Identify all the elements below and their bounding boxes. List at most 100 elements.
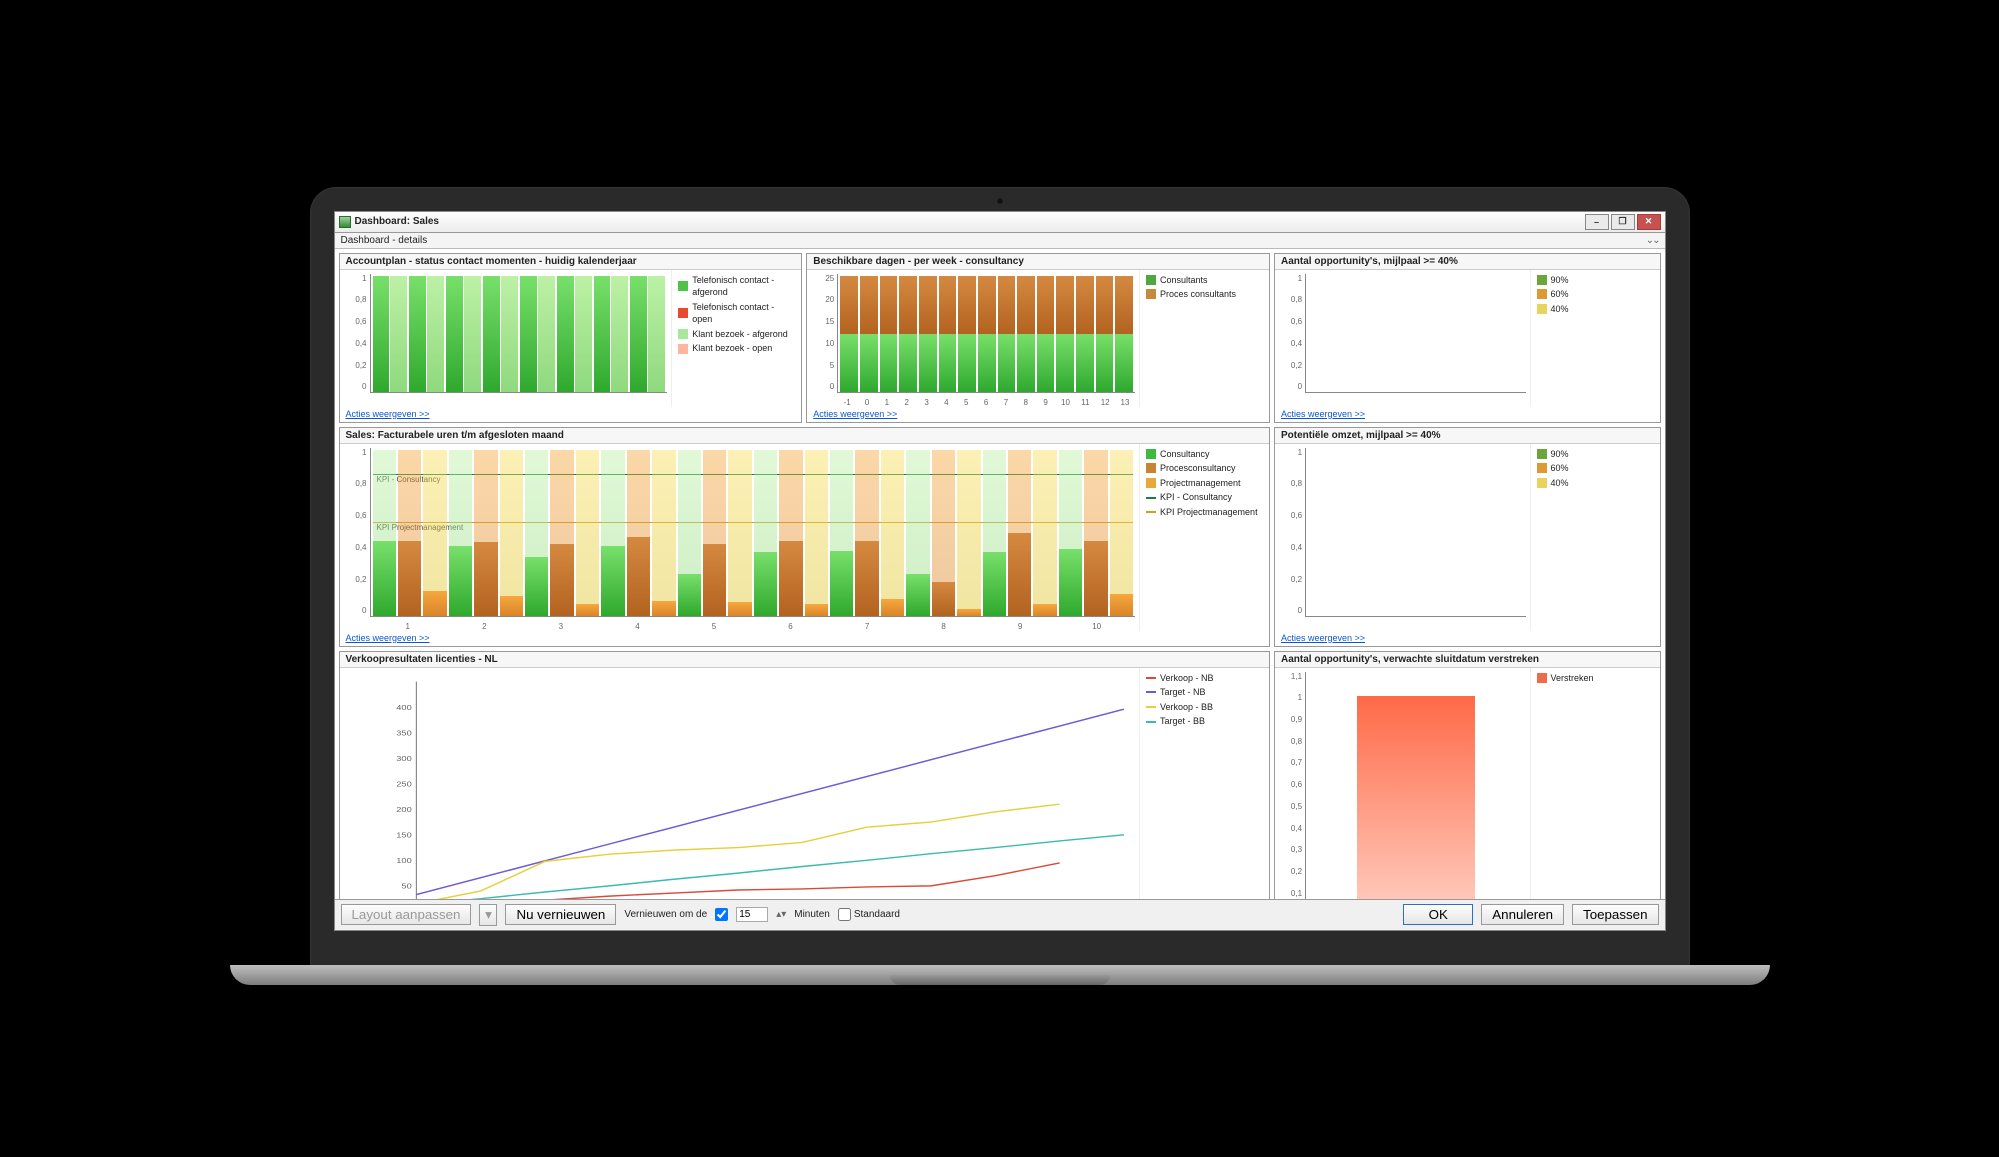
panel-title: Aantal opportunity's, mijlpaal >= 40% bbox=[1275, 254, 1659, 270]
chart-potentiele: 10,80,60,40,20 bbox=[1275, 444, 1529, 631]
panel-licenties: Verkoopresultaten licenties - NL 0501001… bbox=[339, 651, 1271, 899]
legend-label: 40% bbox=[1551, 477, 1569, 490]
legend-label: Procesconsultancy bbox=[1160, 462, 1236, 475]
actions-link[interactable]: Acties weergeven >> bbox=[1281, 409, 1365, 419]
legend-label: Verkoop - NB bbox=[1160, 672, 1214, 685]
legend-swatch bbox=[1146, 275, 1156, 285]
legend-item: Klant bezoek - open bbox=[678, 342, 795, 355]
legend: 90%60%40% bbox=[1530, 444, 1660, 631]
refresh-at-label: Vernieuwen om de bbox=[624, 909, 707, 920]
maximize-button[interactable]: ❐ bbox=[1611, 214, 1635, 230]
interval-input[interactable] bbox=[736, 907, 768, 922]
panel-title: Beschikbare dagen - per week - consultan… bbox=[807, 254, 1269, 270]
window-title: Dashboard: Sales bbox=[355, 216, 439, 227]
standard-check[interactable]: Standaard bbox=[838, 908, 900, 921]
x-axis: -1012345678910111213 bbox=[837, 398, 1135, 407]
laptop-mockup: Dashboard: Sales – ❐ ✕ Dashboard - detai… bbox=[310, 187, 1690, 971]
legend-swatch bbox=[1146, 721, 1156, 723]
legend-item: KPI - Consultancy bbox=[1146, 491, 1263, 504]
chart-licenties: 050100150200250300350400 123456789101112 bbox=[340, 668, 1140, 899]
app-window: Dashboard: Sales – ❐ ✕ Dashboard - detai… bbox=[334, 211, 1666, 931]
close-button[interactable]: ✕ bbox=[1637, 214, 1661, 230]
svg-text:200: 200 bbox=[396, 804, 412, 813]
spinner-icon[interactable]: ▴▾ bbox=[776, 909, 786, 920]
legend-swatch bbox=[1146, 497, 1156, 499]
legend-label: Consultants bbox=[1160, 274, 1208, 287]
legend-item: Verkoop - BB bbox=[1146, 701, 1263, 714]
svg-text:300: 300 bbox=[396, 753, 412, 762]
touchpad-notch bbox=[890, 975, 1110, 985]
legend-item: Klant bezoek - afgerond bbox=[678, 328, 795, 341]
interval-checkbox[interactable] bbox=[715, 908, 728, 921]
minutes-label: Minuten bbox=[794, 909, 830, 920]
actions-link[interactable]: Acties weergeven >> bbox=[1281, 633, 1365, 643]
minimize-button[interactable]: – bbox=[1585, 214, 1609, 230]
legend-item: 40% bbox=[1537, 477, 1654, 490]
dashboard-grid: Accountplan - status contact momenten - … bbox=[335, 249, 1665, 899]
cancel-button[interactable]: Annuleren bbox=[1481, 904, 1564, 925]
chart-aantal-opp: 10,80,60,40,20 bbox=[1275, 270, 1529, 407]
legend-item: KPI Projectmanagement bbox=[1146, 506, 1263, 519]
layout-dropdown[interactable]: ▾ bbox=[479, 904, 497, 926]
panel-title: Accountplan - status contact momenten - … bbox=[340, 254, 802, 270]
layout-button[interactable]: Layout aanpassen bbox=[341, 904, 472, 925]
legend-item: Target - BB bbox=[1146, 715, 1263, 728]
svg-text:400: 400 bbox=[396, 702, 412, 711]
legend-swatch bbox=[1537, 304, 1547, 314]
legend-swatch bbox=[678, 329, 688, 339]
legend-label: 60% bbox=[1551, 462, 1569, 475]
svg-text:150: 150 bbox=[396, 830, 412, 839]
legend-swatch bbox=[1537, 463, 1547, 473]
legend-item: Procesconsultancy bbox=[1146, 462, 1263, 475]
apply-button[interactable]: Toepassen bbox=[1572, 904, 1658, 925]
legend-swatch bbox=[1146, 706, 1156, 708]
svg-text:100: 100 bbox=[396, 856, 412, 865]
legend-swatch bbox=[1537, 289, 1547, 299]
legend-label: Target - BB bbox=[1160, 715, 1205, 728]
legend-item: Verstreken bbox=[1537, 672, 1654, 685]
panel-verstreken: Aantal opportunity's, verwachte sluitdat… bbox=[1274, 651, 1660, 899]
interval-check[interactable] bbox=[715, 908, 728, 921]
panel-beschikbare: Beschikbare dagen - per week - consultan… bbox=[806, 253, 1270, 423]
legend-label: KPI - Consultancy bbox=[1160, 491, 1232, 504]
legend-item: Verkoop - NB bbox=[1146, 672, 1263, 685]
legend-item: Target - NB bbox=[1146, 686, 1263, 699]
legend-swatch bbox=[1146, 691, 1156, 693]
actions-link[interactable]: Acties weergeven >> bbox=[346, 633, 430, 643]
ok-button[interactable]: OK bbox=[1403, 904, 1473, 925]
expand-icon[interactable]: ⌄⌄ bbox=[1646, 235, 1659, 246]
footer-toolbar: Layout aanpassen ▾ Nu vernieuwen Vernieu… bbox=[335, 899, 1665, 930]
legend-item: 60% bbox=[1537, 462, 1654, 475]
panel-title: Verkoopresultaten licenties - NL bbox=[340, 652, 1270, 668]
app-icon bbox=[339, 216, 351, 228]
legend: 90%60%40% bbox=[1530, 270, 1660, 407]
legend-label: Klant bezoek - open bbox=[692, 342, 772, 355]
chart-verstreken: 1,110,90,80,70,60,50,40,30,20,10 Emile H… bbox=[1275, 668, 1529, 899]
standard-checkbox[interactable] bbox=[838, 908, 851, 921]
titlebar: Dashboard: Sales – ❐ ✕ bbox=[335, 212, 1665, 233]
legend-item: 60% bbox=[1537, 288, 1654, 301]
legend-item: 90% bbox=[1537, 274, 1654, 287]
chart-beschikbare: 2520151050 -1012345678910111213 bbox=[807, 270, 1139, 407]
legend-swatch bbox=[1146, 289, 1156, 299]
line-chart-svg: 050100150200250300350400 bbox=[370, 672, 1136, 899]
legend-swatch bbox=[678, 281, 688, 291]
legend-item: Consultancy bbox=[1146, 448, 1263, 461]
panel-aantal-opp: Aantal opportunity's, mijlpaal >= 40% 10… bbox=[1274, 253, 1660, 423]
legend-swatch bbox=[1537, 449, 1547, 459]
legend-label: Verkoop - BB bbox=[1160, 701, 1213, 714]
legend-item: Telefonisch contact - open bbox=[678, 301, 795, 326]
legend-swatch bbox=[1146, 449, 1156, 459]
legend-item: Consultants bbox=[1146, 274, 1263, 287]
panel-title: Potentiële omzet, mijlpaal >= 40% bbox=[1275, 428, 1659, 444]
legend-swatch bbox=[1537, 478, 1547, 488]
legend-label: Proces consultants bbox=[1160, 288, 1236, 301]
actions-link[interactable]: Acties weergeven >> bbox=[346, 409, 430, 419]
chart-factureer: 10,80,60,40,20 KPI - Consultancy KPI Pro… bbox=[340, 444, 1140, 631]
legend-label: 90% bbox=[1551, 274, 1569, 287]
refresh-now-button[interactable]: Nu vernieuwen bbox=[505, 904, 616, 925]
legend-swatch bbox=[678, 308, 688, 318]
legend-swatch bbox=[678, 344, 688, 354]
legend-label: Telefonisch contact - afgerond bbox=[692, 274, 795, 299]
actions-link[interactable]: Acties weergeven >> bbox=[813, 409, 897, 419]
